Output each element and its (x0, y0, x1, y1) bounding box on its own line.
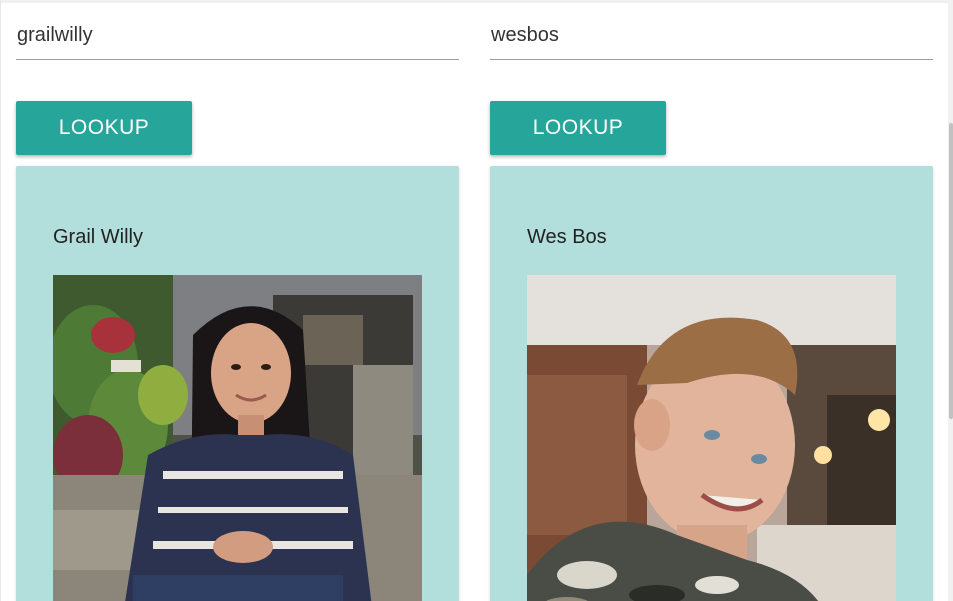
left-border (0, 0, 1, 601)
username-input-2[interactable] (490, 20, 933, 60)
profile-card-1: Grail Willy (16, 166, 459, 601)
profile-name-2: Wes Bos (527, 226, 607, 248)
profile-card-2: Wes Bos (490, 166, 933, 601)
lookup-button-2[interactable]: LOOKUP (490, 101, 666, 155)
avatar-photo-1 (53, 275, 422, 601)
top-border (0, 0, 948, 3)
username-input-1[interactable] (16, 20, 459, 60)
page: LOOKUP Grail Willy (0, 0, 953, 601)
lookup-button-1[interactable]: LOOKUP (16, 101, 192, 155)
avatar-photo-2 (527, 275, 896, 601)
profile-name-1: Grail Willy (53, 226, 143, 248)
scrollbar-thumb[interactable] (949, 123, 953, 419)
avatar-2 (527, 275, 896, 601)
avatar-1 (53, 275, 422, 601)
